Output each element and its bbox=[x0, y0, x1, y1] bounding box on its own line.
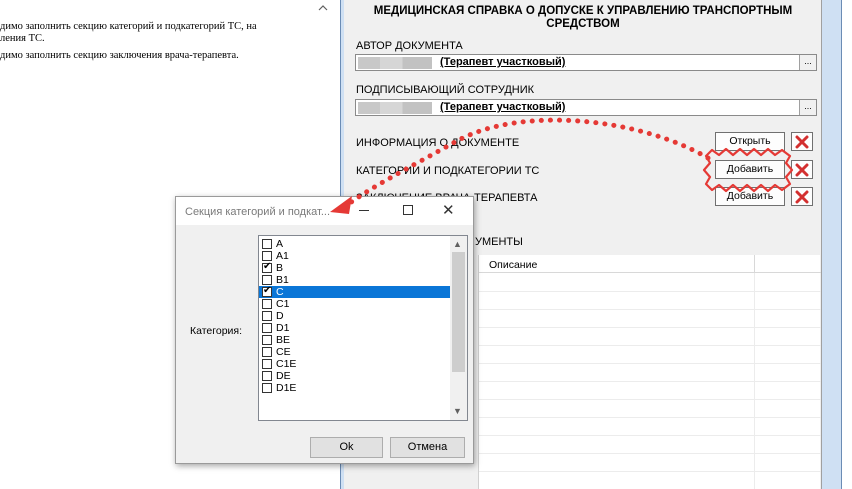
table-row bbox=[479, 453, 821, 454]
table-row bbox=[479, 327, 821, 328]
category-item[interactable]: B1 bbox=[259, 274, 451, 286]
delete-x-icon bbox=[795, 190, 809, 204]
category-item-label: B bbox=[276, 262, 284, 274]
listbox-scrollbar[interactable]: ▲ ▼ bbox=[450, 236, 467, 420]
column-divider bbox=[754, 255, 755, 273]
category-item-label: D1 bbox=[276, 322, 290, 334]
category-item[interactable]: D1E bbox=[259, 382, 451, 394]
section-info-label: ИНФОРМАЦИЯ О ДОКУМЕНТЕ bbox=[356, 137, 520, 149]
cancel-button[interactable]: Отмена bbox=[390, 437, 465, 458]
doc-line-3: димо заполнить секцию заключения врача-т… bbox=[0, 50, 239, 61]
chevron-up-icon[interactable]: ▲ bbox=[453, 239, 462, 249]
checkmark-icon: ✔ bbox=[263, 285, 272, 296]
checked-checkbox[interactable]: ✔ bbox=[262, 261, 272, 273]
category-item[interactable]: DE bbox=[259, 370, 451, 382]
signer-field[interactable]: (Терапевт участковый) ... bbox=[355, 99, 817, 116]
form-title-line-1: МЕДИЦИНСКАЯ СПРАВКА О ДОПУСКЕ К УПРАВЛЕН… bbox=[373, 5, 793, 17]
category-item-label: A1 bbox=[276, 250, 289, 262]
category-item[interactable]: BE bbox=[259, 334, 451, 346]
delete-conclusion-button[interactable] bbox=[791, 187, 813, 206]
checkbox[interactable] bbox=[262, 371, 272, 381]
signer-label: ПОДПИСЫВАЮЩИЙ СОТРУДНИК bbox=[356, 84, 535, 96]
table-row bbox=[479, 381, 821, 382]
delete-x-icon bbox=[795, 135, 809, 149]
doc-line-1: димо заполнить секцию категорий и подкат… bbox=[0, 21, 257, 32]
category-item-label: B1 bbox=[276, 274, 289, 286]
table-row bbox=[479, 291, 821, 292]
checkbox[interactable] bbox=[262, 359, 272, 369]
category-item-label: C1 bbox=[276, 298, 290, 310]
category-item-label: D1E bbox=[276, 382, 297, 394]
category-item[interactable]: A1 bbox=[259, 250, 451, 262]
checkbox[interactable] bbox=[262, 347, 272, 357]
signer-browse-button[interactable]: ... bbox=[799, 100, 816, 115]
author-role: (Терапевт участковый) bbox=[440, 56, 566, 68]
close-icon[interactable]: ✕ bbox=[442, 201, 455, 219]
delete-x-icon bbox=[795, 163, 809, 177]
table-row bbox=[479, 399, 821, 400]
category-item[interactable]: CE bbox=[259, 346, 451, 358]
maximize-icon[interactable] bbox=[403, 205, 413, 215]
category-item[interactable]: D bbox=[259, 310, 451, 322]
scrollbar-thumb[interactable] bbox=[452, 252, 465, 372]
category-item[interactable]: C1 bbox=[259, 298, 451, 310]
section-categories-label: КАТЕГОРИИ И ПОДКАТЕГОРИИ ТС bbox=[356, 165, 540, 177]
category-item-label: A bbox=[276, 238, 284, 250]
table-row bbox=[479, 471, 821, 472]
category-listbox[interactable]: A A1 ✔ B B1 ✔ C C1 D D1 BE CE C1E DE D1E ▲ ▼ bbox=[258, 235, 468, 421]
delete-categories-button[interactable] bbox=[791, 160, 813, 179]
author-name-redacted bbox=[358, 57, 432, 69]
checked-checkbox[interactable]: ✔ bbox=[262, 285, 272, 297]
table-row bbox=[479, 435, 821, 436]
table-row bbox=[479, 309, 821, 310]
table-row bbox=[479, 345, 821, 346]
category-item[interactable]: D1 bbox=[259, 322, 451, 334]
open-info-button[interactable]: Открыть bbox=[715, 132, 785, 151]
category-item-label: CE bbox=[276, 346, 291, 358]
signer-name-redacted bbox=[358, 102, 432, 114]
chevron-down-icon[interactable]: ▼ bbox=[453, 406, 462, 416]
checkbox[interactable] bbox=[262, 383, 272, 393]
form-title-line-2: СРЕДСТВОМ bbox=[546, 18, 620, 30]
minimize-icon[interactable] bbox=[359, 210, 369, 211]
category-item[interactable]: ✔ C bbox=[259, 285, 451, 298]
checkbox[interactable] bbox=[262, 239, 272, 249]
doc-line-2: ления ТС. bbox=[0, 33, 45, 44]
dialog-titlebar[interactable]: Секция категорий и подкат... ✕ bbox=[176, 197, 473, 225]
add-conclusion-button[interactable]: Добавить bbox=[715, 187, 785, 206]
table-row bbox=[479, 417, 821, 418]
table-header: Описание bbox=[479, 255, 821, 273]
delete-info-button[interactable] bbox=[791, 132, 813, 151]
categories-dialog: Секция категорий и подкат... ✕ Категория… bbox=[175, 196, 474, 464]
category-item-label: D bbox=[276, 310, 284, 322]
checkbox[interactable] bbox=[262, 311, 272, 321]
table-row bbox=[479, 363, 821, 364]
documents-label: УМЕНТЫ bbox=[475, 236, 523, 248]
checkbox[interactable] bbox=[262, 299, 272, 309]
signer-role: (Терапевт участковый) bbox=[440, 101, 566, 113]
author-label: АВТОР ДОКУМЕНТА bbox=[356, 40, 463, 52]
category-item-label: C1E bbox=[276, 358, 297, 370]
author-browse-button[interactable]: ... bbox=[799, 55, 816, 70]
checkbox[interactable] bbox=[262, 251, 272, 261]
category-item-label: BE bbox=[276, 334, 291, 346]
category-item[interactable]: A bbox=[259, 238, 451, 250]
add-categories-button[interactable]: Добавить bbox=[715, 160, 785, 179]
documents-table[interactable]: Описание bbox=[478, 255, 821, 489]
chevron-up-icon[interactable] bbox=[317, 2, 329, 14]
category-label: Категория: bbox=[190, 325, 243, 337]
category-item-label: DE bbox=[276, 370, 291, 382]
category-item[interactable]: C1E bbox=[259, 358, 451, 370]
category-item-label: C bbox=[276, 286, 284, 298]
checkbox[interactable] bbox=[262, 275, 272, 285]
column-description[interactable]: Описание bbox=[489, 259, 537, 271]
checkbox[interactable] bbox=[262, 323, 272, 333]
checkbox[interactable] bbox=[262, 335, 272, 345]
ok-button[interactable]: Ok bbox=[310, 437, 383, 458]
dialog-title: Секция категорий и подкат... bbox=[185, 206, 331, 218]
author-field[interactable]: (Терапевт участковый) ... bbox=[355, 54, 817, 71]
category-item[interactable]: ✔ B bbox=[259, 261, 451, 274]
checkmark-icon: ✔ bbox=[263, 261, 272, 272]
form-title: МЕДИЦИНСКАЯ СПРАВКА О ДОПУСКЕ К УПРАВЛЕН… bbox=[344, 5, 822, 31]
